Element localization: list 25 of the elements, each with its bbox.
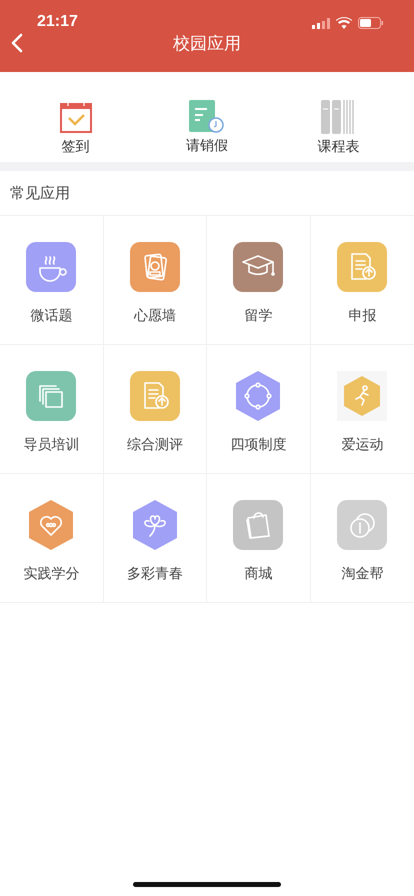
app-tile[interactable]: 导员培训	[0, 345, 104, 474]
wifi-icon	[336, 17, 352, 29]
page-title: 校园应用	[173, 33, 241, 55]
app-tile[interactable]: 爱运动	[310, 345, 414, 474]
quick-action[interactable]: 请销假	[156, 100, 257, 162]
app-tile[interactable]: 多彩青春	[104, 474, 207, 603]
app-tile[interactable]: 微话题	[0, 216, 104, 345]
app-tile[interactable]: 实践学分	[0, 474, 104, 603]
app-tile[interactable]: 淘金帮	[310, 474, 414, 603]
app-tile[interactable]: 心愿墙	[104, 216, 207, 345]
app-tile[interactable]: 综合测评	[104, 345, 207, 474]
quick-action[interactable]: 签到	[26, 100, 126, 162]
app-tile[interactable]: 商城	[207, 474, 310, 603]
battery-icon	[358, 17, 384, 29]
app-tile[interactable]: 留学	[207, 216, 310, 345]
back-icon[interactable]	[11, 33, 23, 53]
app-tile[interactable]: 申报	[310, 216, 414, 345]
calendar-check-icon	[58, 100, 93, 134]
document-clock-icon	[188, 100, 225, 134]
app-tile[interactable]: 四项制度	[207, 345, 310, 474]
status-time: 21:17	[37, 13, 78, 31]
section-title: 常见应用	[10, 184, 70, 202]
quick-action[interactable]: 课程表	[288, 100, 388, 162]
books-icon	[321, 100, 356, 134]
signal-icon	[312, 18, 330, 28]
